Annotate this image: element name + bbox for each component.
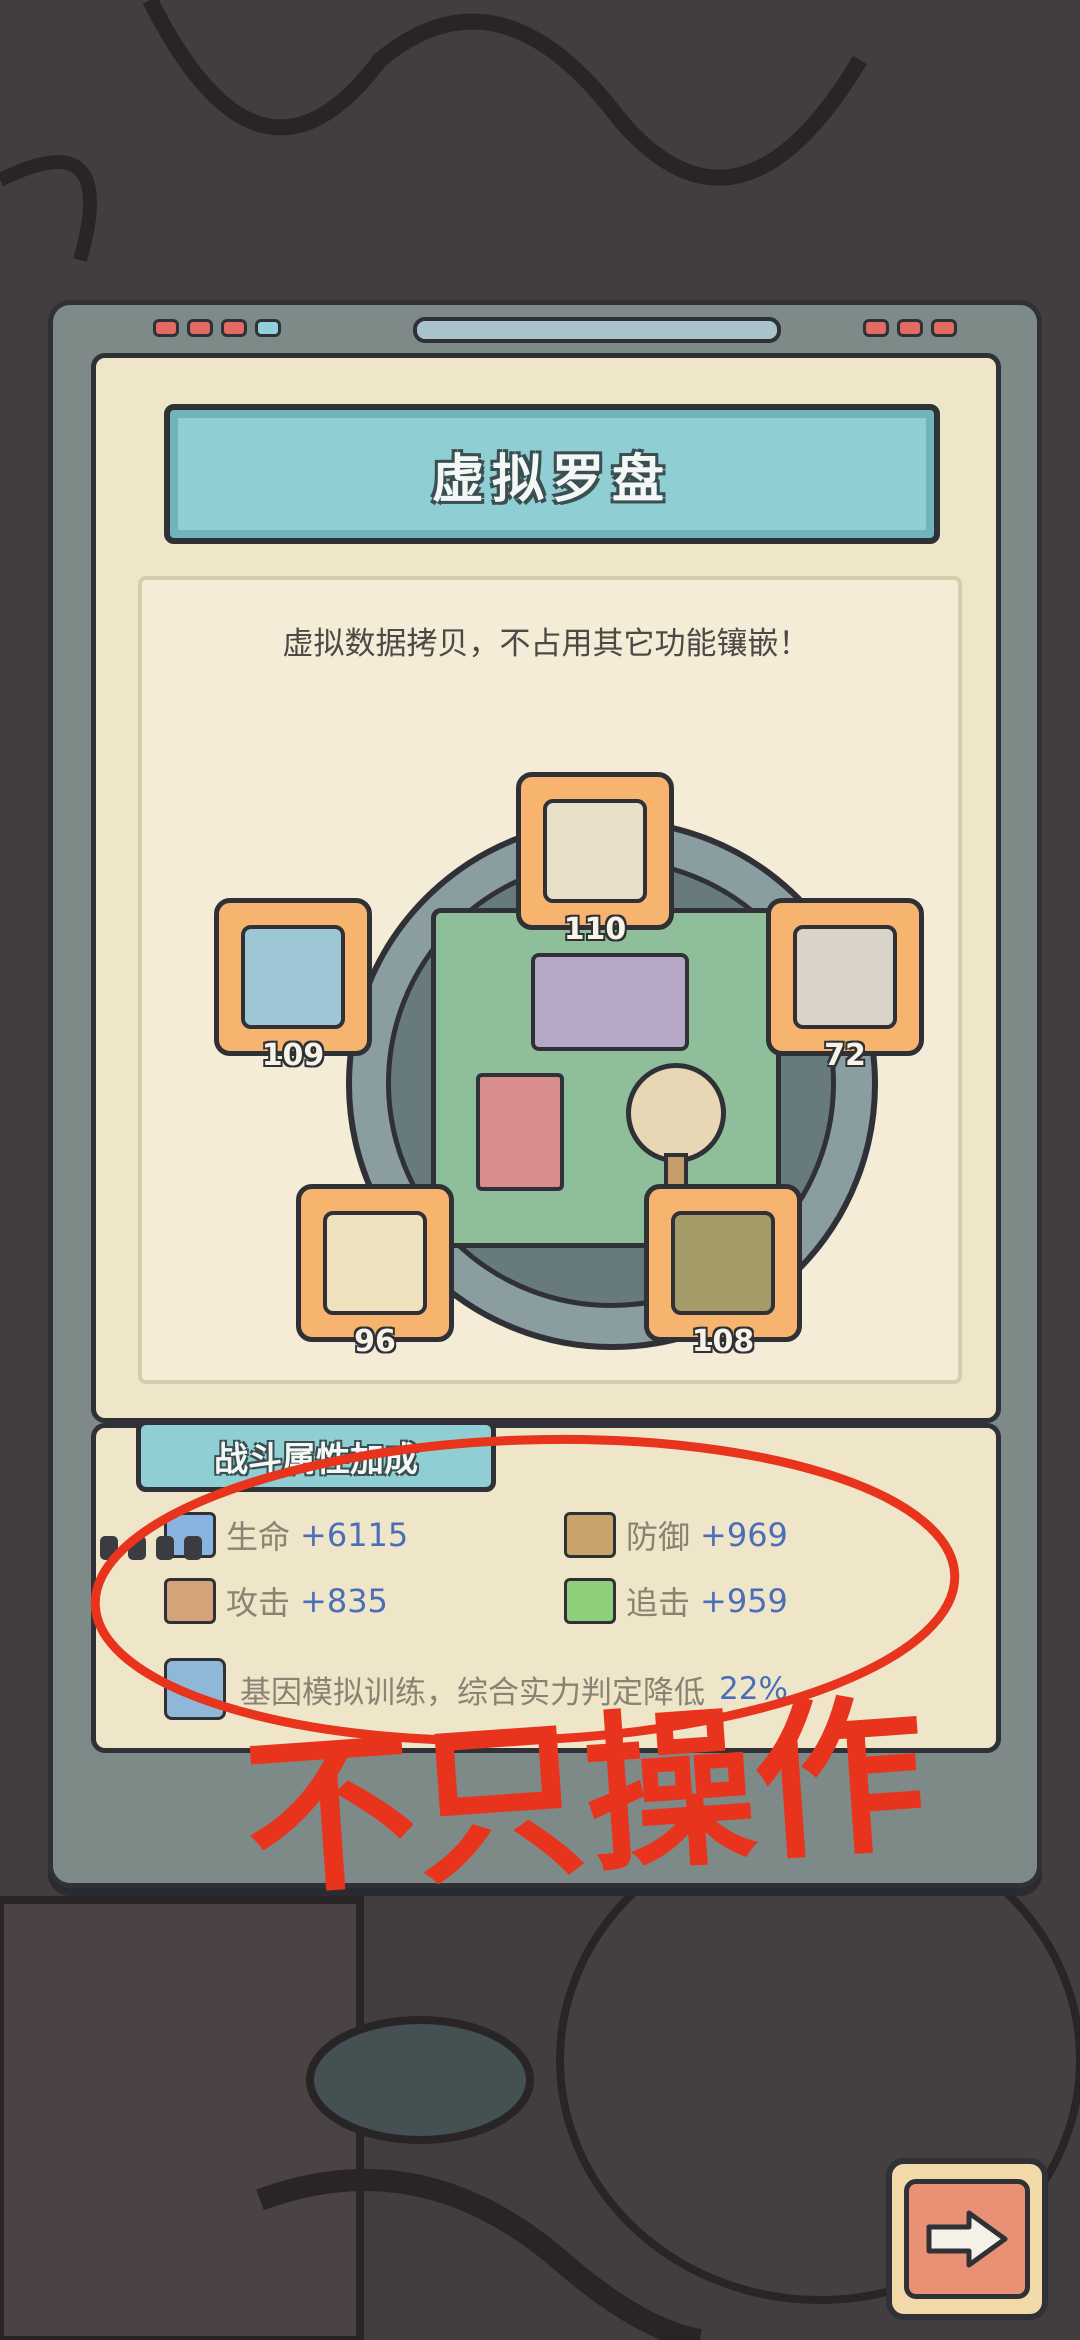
stat-pursuit: 追击 +959 (564, 1578, 788, 1624)
compass-panel: 虚拟罗盘 虚拟数据拷贝，不占用其它功能镶嵌！ 110 109 72 96 108 (91, 353, 1001, 1423)
indicator-lights (863, 319, 957, 337)
footer-dot (184, 1536, 202, 1560)
next-button[interactable] (886, 2158, 1048, 2320)
slot-count: 109 (261, 1038, 325, 1073)
shield-icon (564, 1512, 616, 1558)
footer-dot (100, 1536, 118, 1560)
stat-value: +959 (700, 1582, 788, 1620)
dialog-title: 虚拟罗盘 (431, 449, 672, 510)
slot-document[interactable]: 110 (516, 772, 674, 947)
memory-chip (476, 1073, 564, 1191)
stat-value: +835 (300, 1582, 388, 1620)
eye-chip-icon (164, 1658, 226, 1720)
arrow-right-icon (926, 2210, 1008, 2268)
stat-value: +6115 (300, 1516, 409, 1554)
slot-dice-box[interactable]: 109 (214, 898, 372, 1073)
indicator-light (255, 319, 281, 337)
indicator-light (897, 319, 923, 337)
gene-percent: 22% (719, 1671, 788, 1707)
bust-statue-icon (793, 925, 897, 1029)
compass-dialog: 虚拟罗盘 虚拟数据拷贝，不占用其它功能镶嵌！ 110 109 72 96 108… (48, 300, 1042, 1888)
slot-count: 72 (824, 1038, 866, 1073)
stat-value: +969 (700, 1516, 788, 1554)
dialog-subtitle: 虚拟数据拷贝，不占用其它功能镶嵌！ (282, 626, 810, 662)
bonus-title-plate: 战斗属性加成 (136, 1420, 496, 1492)
indicator-light (221, 319, 247, 337)
footer-dot (128, 1536, 146, 1560)
indicator-light (187, 319, 213, 337)
title-plate: 虚拟罗盘 (164, 404, 940, 544)
slot-statue[interactable]: 72 (766, 898, 924, 1073)
ancient-artifact-icon (671, 1211, 775, 1315)
stat-label: 防御 (626, 1518, 691, 1556)
stat-label: 生命 (226, 1518, 291, 1556)
scroll-document-icon (543, 799, 647, 903)
stat-label: 攻击 (226, 1584, 291, 1622)
footer-dots (100, 1536, 202, 1560)
slot-count: 96 (354, 1324, 396, 1359)
frame-top-bar (413, 317, 781, 343)
indicator-light (153, 319, 179, 337)
slot-artifact[interactable]: 108 (644, 1184, 802, 1359)
slot-scroll[interactable]: 96 (296, 1184, 454, 1359)
stat-attack: 攻击 +835 (164, 1578, 388, 1624)
bonus-title: 战斗属性加成 (214, 1439, 418, 1480)
pursuit-icon (564, 1578, 616, 1624)
slot-count: 110 (563, 912, 627, 947)
footer-dot (156, 1536, 174, 1560)
bonus-panel: 战斗属性加成 生命 +6115 防御 +969 攻击 +835 追击 +959 … (91, 1420, 1001, 1753)
stat-defense: 防御 +969 (564, 1512, 788, 1558)
next-button-face (904, 2179, 1030, 2299)
processor-chip (531, 953, 689, 1051)
indicator-light (863, 319, 889, 337)
paper-scroll-icon (323, 1211, 427, 1315)
slot-count: 108 (691, 1324, 755, 1359)
indicator-light (931, 319, 957, 337)
gene-text: 基因模拟训练，综合实力判定降低 (240, 1674, 705, 1711)
stat-label: 追击 (626, 1584, 691, 1622)
sword-icon (164, 1578, 216, 1624)
dial-gauge (626, 1063, 726, 1163)
indicator-lights (153, 319, 281, 337)
rubiks-cube-icon (241, 925, 345, 1029)
gene-training-row: 基因模拟训练，综合实力判定降低 22% (164, 1658, 788, 1720)
